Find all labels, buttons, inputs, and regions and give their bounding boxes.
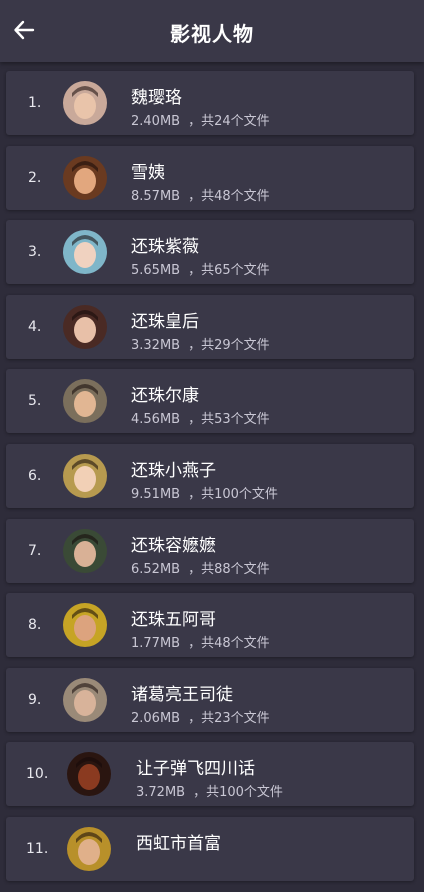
item-index: 2. bbox=[28, 169, 42, 186]
item-meta: 2.06MB ，共23个文件 bbox=[131, 707, 270, 726]
item-meta: 3.72MB ，共100个文件 bbox=[136, 781, 283, 800]
list-item[interactable]: 6. 还珠小燕子 9.51MB ，共100个文件 bbox=[6, 443, 414, 508]
item-meta: 4.56MB ，共53个文件 bbox=[131, 408, 270, 427]
item-count: ，共65个文件 bbox=[188, 263, 270, 279]
avatar bbox=[63, 603, 107, 648]
avatar bbox=[63, 528, 107, 573]
page-title: 影视人物 bbox=[170, 22, 254, 46]
item-count: ，共48个文件 bbox=[188, 636, 270, 652]
item-meta: 2.40MB ，共24个文件 bbox=[131, 110, 270, 129]
avatar bbox=[67, 752, 111, 797]
avatar bbox=[67, 826, 111, 871]
item-name: 还珠皇后 bbox=[131, 311, 199, 332]
item-index: 11. bbox=[26, 840, 49, 857]
avatar bbox=[63, 230, 107, 275]
item-size: 1.77MB bbox=[131, 636, 181, 652]
list-item[interactable]: 5. 还珠尔康 4.56MB ，共53个文件 bbox=[6, 369, 414, 434]
item-name: 还珠容嬷嬷 bbox=[131, 535, 216, 556]
item-name: 雪姨 bbox=[131, 162, 165, 183]
item-name: 西虹市首富 bbox=[136, 833, 221, 854]
item-count: ，共88个文件 bbox=[188, 561, 270, 577]
item-size: 4.56MB bbox=[131, 412, 181, 428]
item-size: 5.65MB bbox=[131, 263, 181, 279]
item-count: ，共48个文件 bbox=[188, 188, 270, 204]
item-meta: 9.51MB ，共100个文件 bbox=[131, 483, 278, 502]
item-size: 3.72MB bbox=[136, 785, 186, 801]
list-item[interactable]: 4. 还珠皇后 3.32MB ，共29个文件 bbox=[6, 294, 414, 359]
item-size: 3.32MB bbox=[131, 337, 181, 353]
item-name: 诸葛亮王司徒 bbox=[131, 684, 233, 705]
item-count: ，共100个文件 bbox=[193, 785, 283, 801]
item-index: 10. bbox=[26, 766, 49, 783]
item-index: 7. bbox=[28, 542, 42, 559]
list-item[interactable]: 1. 魏璎珞 2.40MB ，共24个文件 bbox=[6, 71, 414, 135]
item-name: 魏璎珞 bbox=[131, 88, 182, 108]
item-size: 2.40MB bbox=[131, 114, 181, 129]
list-item[interactable]: 11. 西虹市首富 bbox=[6, 816, 414, 881]
avatar bbox=[63, 379, 107, 424]
item-meta: 8.57MB ，共48个文件 bbox=[131, 185, 270, 204]
item-size: 8.57MB bbox=[131, 188, 181, 204]
item-index: 1. bbox=[28, 95, 42, 111]
list-item[interactable]: 3. 还珠紫薇 5.65MB ，共65个文件 bbox=[6, 220, 414, 285]
item-name: 让子弹飞四川话 bbox=[136, 759, 255, 780]
list-item[interactable]: 10. 让子弹飞四川话 3.72MB ，共100个文件 bbox=[6, 742, 414, 807]
item-index: 5. bbox=[28, 393, 42, 410]
item-name: 还珠尔康 bbox=[131, 386, 199, 407]
item-size: 6.52MB bbox=[131, 561, 181, 577]
list-item[interactable]: 2. 雪姨 8.57MB ，共48个文件 bbox=[6, 145, 414, 210]
item-count: ，共23个文件 bbox=[188, 710, 270, 726]
item-count: ，共29个文件 bbox=[188, 337, 270, 353]
avatar bbox=[63, 304, 107, 349]
item-name: 还珠紫薇 bbox=[131, 237, 199, 258]
item-name: 还珠小燕子 bbox=[131, 460, 216, 481]
character-list: 1. 魏璎珞 2.40MB ，共24个文件 2. 雪姨 8.57MB ，共48个文件 3. 还珠紫… bbox=[6, 71, 414, 892]
item-count: ，共100个文件 bbox=[188, 486, 278, 502]
item-index: 4. bbox=[28, 318, 42, 335]
item-size: 9.51MB bbox=[131, 486, 181, 502]
list-item[interactable]: 8. 还珠五阿哥 1.77MB ，共48个文件 bbox=[6, 593, 414, 658]
avatar bbox=[63, 453, 107, 498]
avatar bbox=[63, 81, 107, 125]
item-meta bbox=[136, 856, 144, 871]
list-item[interactable]: 9. 诸葛亮王司徒 2.06MB ，共23个文件 bbox=[6, 667, 414, 732]
item-count: ，共53个文件 bbox=[188, 412, 270, 428]
item-meta: 1.77MB ，共48个文件 bbox=[131, 632, 270, 651]
item-meta: 5.65MB ，共65个文件 bbox=[131, 259, 270, 278]
avatar bbox=[63, 155, 107, 200]
avatar bbox=[63, 677, 107, 722]
item-size: 2.06MB bbox=[131, 710, 181, 726]
item-count: ，共24个文件 bbox=[188, 114, 270, 129]
item-index: 9. bbox=[28, 691, 42, 708]
app-header: 影视人物 bbox=[0, 0, 424, 62]
item-name: 还珠五阿哥 bbox=[131, 610, 216, 631]
item-index: 3. bbox=[28, 244, 42, 261]
item-index: 8. bbox=[28, 617, 42, 634]
list-item[interactable]: 7. 还珠容嬷嬷 6.52MB ，共88个文件 bbox=[6, 518, 414, 583]
item-meta: 6.52MB ，共88个文件 bbox=[131, 558, 270, 577]
item-index: 6. bbox=[28, 467, 42, 484]
item-meta: 3.32MB ，共29个文件 bbox=[131, 334, 270, 353]
